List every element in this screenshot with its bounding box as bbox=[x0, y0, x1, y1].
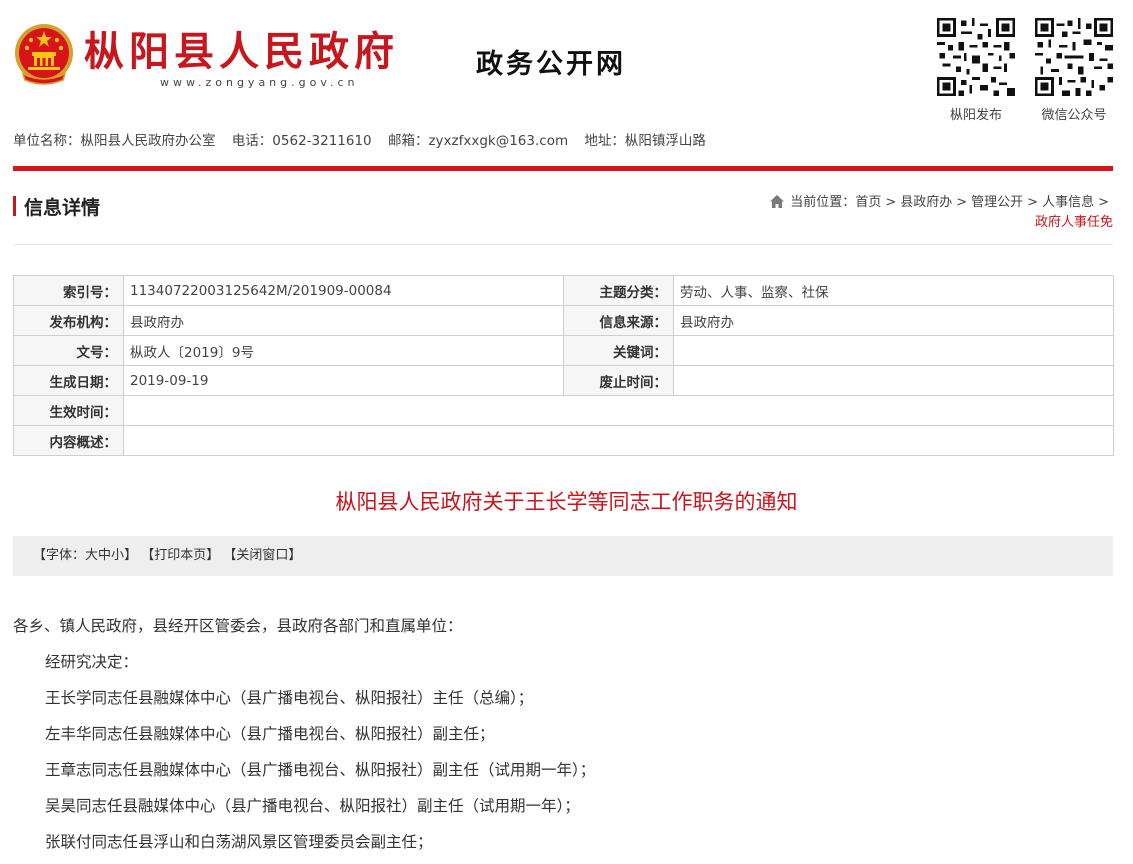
topic-label: 主题分类： bbox=[563, 275, 674, 306]
created-label: 生成日期： bbox=[13, 365, 124, 396]
created-value: 2019-09-19 bbox=[123, 365, 564, 396]
unit-address: 地址：枞阳镇浮山路 bbox=[584, 133, 706, 149]
unit-phone: 电话：0562-3211610 bbox=[231, 133, 372, 149]
table-row: 索引号： 11340722003125642M/201909-00084 主题分… bbox=[13, 275, 1114, 306]
effective-value bbox=[123, 395, 1114, 426]
font-small-button[interactable]: 小 bbox=[111, 548, 124, 563]
header-divider bbox=[13, 166, 1113, 171]
section-marker bbox=[13, 196, 16, 216]
page-title: 信息详情 bbox=[24, 197, 101, 219]
expired-label: 废止时间： bbox=[563, 365, 674, 396]
article-toolbar: 【字体：大中小】 【打印本页】 【关闭窗口】 bbox=[13, 536, 1113, 576]
keywords-value bbox=[673, 335, 1114, 366]
unit-email: 邮箱：zyxzfxxgk@163.com bbox=[387, 133, 569, 149]
table-row: 生效时间： bbox=[13, 395, 1114, 426]
site-url: www.zongyang.gov.cn bbox=[160, 76, 359, 89]
breadcrumb-separator: > bbox=[885, 195, 897, 210]
summary-value bbox=[123, 425, 1114, 456]
table-row: 文号： 枞政人〔2019〕9号 关键词： bbox=[13, 335, 1114, 366]
article-paragraph: 王长学同志任县融媒体中心（县广播电视台、枞阳报社）主任（总编）； bbox=[45, 689, 534, 707]
doc-no-value: 枞政人〔2019〕9号 bbox=[123, 335, 564, 366]
font-large-button[interactable]: 大 bbox=[85, 548, 98, 563]
breadcrumb-prefix: 当前位置： bbox=[790, 195, 856, 210]
breadcrumb-separator: > bbox=[1027, 195, 1039, 210]
breadcrumb-personnel[interactable]: 人事信息 bbox=[1042, 195, 1094, 210]
breadcrumb-management[interactable]: 管理公开 bbox=[971, 195, 1023, 210]
breadcrumb-home[interactable]: 首页 bbox=[855, 195, 881, 210]
article-paragraph: 各乡、镇人民政府，县经开区管委会，县政府各部门和直属单位： bbox=[13, 617, 463, 635]
unit-name: 单位名称：枞阳县人民政府办公室 bbox=[13, 133, 216, 149]
doc-no-label: 文号： bbox=[13, 335, 124, 366]
keywords-label: 关键词： bbox=[563, 335, 674, 366]
article-title: 枞阳县人民政府关于王长学等同志工作职务的通知 bbox=[335, 490, 798, 514]
article-paragraph: 吴昊同志任县融媒体中心（县广播电视台、枞阳报社）副主任（试用期一年）； bbox=[45, 797, 580, 815]
qr-label: 枞阳发布 bbox=[949, 108, 1002, 123]
table-row: 内容概述： bbox=[13, 425, 1114, 456]
article-paragraph: 张联付同志任县浮山和白荡湖风景区管理委员会副主任； bbox=[45, 833, 433, 851]
article-body: 各乡、镇人民政府，县经开区管委会，县政府各部门和直属单位： 经研究决定： 王长学… bbox=[13, 612, 1113, 864]
breadcrumb-current[interactable]: 政府人事任免 bbox=[1035, 215, 1113, 230]
breadcrumb-county-office[interactable]: 县政府办 bbox=[900, 195, 952, 210]
home-icon bbox=[770, 195, 785, 208]
breadcrumb: 当前位置：首页 > 县政府办 > 管理公开 > 人事信息 > 政府人事任免 bbox=[770, 193, 1113, 233]
print-button[interactable]: 【打印本页】 bbox=[141, 548, 219, 563]
table-row: 发布机构： 县政府办 信息来源： 县政府办 bbox=[13, 305, 1114, 336]
publisher-label: 发布机构： bbox=[13, 305, 124, 336]
table-row: 生成日期： 2019-09-19 废止时间： bbox=[13, 365, 1114, 396]
section-header: 信息详情 当前位置：首页 > 县政府办 > 管理公开 > 人事信息 > 政府人事任免 bbox=[13, 190, 1113, 245]
national-emblem-icon bbox=[15, 24, 73, 85]
source-label: 信息来源： bbox=[563, 305, 674, 336]
summary-label: 内容概述： bbox=[13, 425, 124, 456]
breadcrumb-separator: > bbox=[956, 195, 968, 210]
topic-value: 劳动、人事、监察、社保 bbox=[673, 275, 1114, 306]
unit-info: 单位名称：枞阳县人民政府办公室 电话：0562-3211610 邮箱：zyxzf… bbox=[13, 129, 718, 149]
expired-value bbox=[673, 365, 1114, 396]
metadata-table: 索引号： 11340722003125642M/201909-00084 主题分… bbox=[13, 275, 1114, 456]
site-header: 枞阳县人民政府 www.zongyang.gov.cn 政务公开网 枞阳发布 微… bbox=[0, 0, 1133, 149]
qr-wechat-account[interactable]: 微信公众号 bbox=[1035, 18, 1113, 123]
qr-code-icon bbox=[937, 18, 1015, 96]
article-paragraph: 王章志同志任县融媒体中心（县广播电视台、枞阳报社）副主任（试用期一年）； bbox=[45, 761, 596, 779]
site-name: 枞阳县人民政府 bbox=[84, 28, 399, 75]
publisher-value: 县政府办 bbox=[123, 305, 564, 336]
font-medium-button[interactable]: 中 bbox=[98, 548, 111, 563]
qr-zongyang-release[interactable]: 枞阳发布 bbox=[937, 18, 1015, 123]
breadcrumb-separator: > bbox=[1098, 195, 1109, 210]
qr-code-icon bbox=[1035, 18, 1113, 96]
article-paragraph: 经研究决定： bbox=[45, 653, 139, 671]
index-no-label: 索引号： bbox=[13, 275, 124, 306]
index-no-value: 11340722003125642M/201909-00084 bbox=[123, 275, 564, 306]
font-size-suffix: 】 bbox=[124, 548, 138, 563]
qr-label: 微信公众号 bbox=[1041, 108, 1107, 123]
font-size-prefix: 【字体： bbox=[33, 548, 86, 563]
source-value: 县政府办 bbox=[673, 305, 1114, 336]
close-window-button[interactable]: 【关闭窗口】 bbox=[223, 548, 301, 563]
effective-label: 生效时间： bbox=[13, 395, 124, 426]
article-paragraph: 左丰华同志任县融媒体中心（县广播电视台、枞阳报社）副主任； bbox=[45, 725, 495, 743]
site-subtitle: 政务公开网 bbox=[476, 49, 626, 80]
